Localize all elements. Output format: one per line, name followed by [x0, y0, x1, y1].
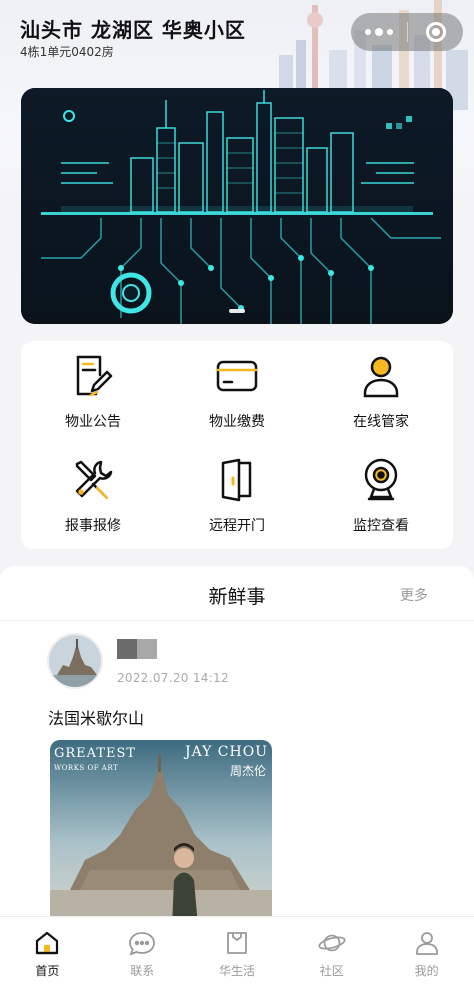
mini-program-capsule	[351, 13, 463, 51]
service-repair[interactable]: 报事报修	[21, 445, 165, 549]
tools-icon	[71, 458, 115, 502]
room-number: 4栋1单元0402房	[20, 45, 114, 59]
image-caption-title: GREATEST	[54, 746, 137, 761]
more-link[interactable]: 更多	[400, 585, 428, 605]
user-icon	[413, 929, 441, 957]
home-icon	[33, 929, 61, 957]
tab-home[interactable]: 首页	[0, 917, 95, 989]
service-housekeeper[interactable]: 在线管家	[309, 341, 453, 445]
service-label: 报事报修	[65, 518, 121, 534]
tab-label: 华生活	[218, 964, 255, 978]
news-section: 新鲜事 更多 2022.07.20 14:12 法国米歇尔山 GREATEST …	[0, 566, 474, 926]
tab-life[interactable]: 华生活	[190, 917, 285, 989]
tab-contact[interactable]: 联系	[95, 917, 190, 989]
tab-community[interactable]: 社区	[284, 917, 379, 989]
service-label: 物业公告	[65, 414, 121, 430]
bottom-tab-bar: 首页 联系 华生活 社区 我的	[0, 916, 474, 989]
post-timestamp: 2022.07.20 14:12	[117, 671, 229, 685]
webcam-icon	[359, 458, 403, 502]
tab-label: 联系	[130, 964, 155, 978]
more-options-button[interactable]	[351, 13, 407, 51]
planet-icon	[318, 929, 346, 957]
door-icon	[215, 458, 259, 502]
service-label: 监控查看	[353, 518, 409, 534]
tab-label: 社区	[319, 964, 344, 978]
service-monitor[interactable]: 监控查看	[309, 445, 453, 549]
target-icon	[425, 22, 446, 42]
service-remote-door[interactable]: 远程开门	[165, 445, 309, 549]
person-icon	[359, 354, 403, 398]
post-text: 法国米歇尔山	[48, 709, 145, 728]
document-pen-icon	[71, 354, 115, 398]
tab-label: 首页	[35, 964, 60, 978]
banner-carousel[interactable]	[21, 88, 453, 324]
shopping-bag-icon	[223, 929, 251, 957]
service-label: 在线管家	[353, 414, 409, 430]
close-mini-program-button[interactable]	[408, 13, 463, 51]
service-announcement[interactable]: 物业公告	[21, 341, 165, 445]
smart-city-illustration	[21, 88, 453, 324]
tab-label: 我的	[414, 964, 439, 978]
service-payment[interactable]: 物业缴费	[165, 341, 309, 445]
post-image[interactable]: GREATEST WORKS OF ART JAY CHOU 周杰伦	[50, 740, 272, 926]
tab-mine[interactable]: 我的	[379, 917, 474, 989]
card-icon	[215, 354, 259, 398]
location-title[interactable]: 汕头市 龙湖区 华奥小区	[20, 14, 246, 43]
service-label: 远程开门	[209, 518, 265, 534]
redacted-username	[117, 639, 157, 659]
service-label: 物业缴费	[209, 414, 265, 430]
image-caption-artist-cn: 周杰伦	[229, 764, 266, 778]
chat-icon	[128, 929, 156, 957]
image-caption-artist: JAY CHOU	[184, 744, 268, 760]
image-caption-sub: WORKS OF ART	[54, 764, 119, 772]
news-header: 新鲜事 更多	[0, 566, 474, 621]
service-grid: 物业公告 物业缴费 在线管家 报事报修 远程开门 监控查看	[21, 341, 453, 549]
avatar[interactable]	[47, 633, 103, 689]
